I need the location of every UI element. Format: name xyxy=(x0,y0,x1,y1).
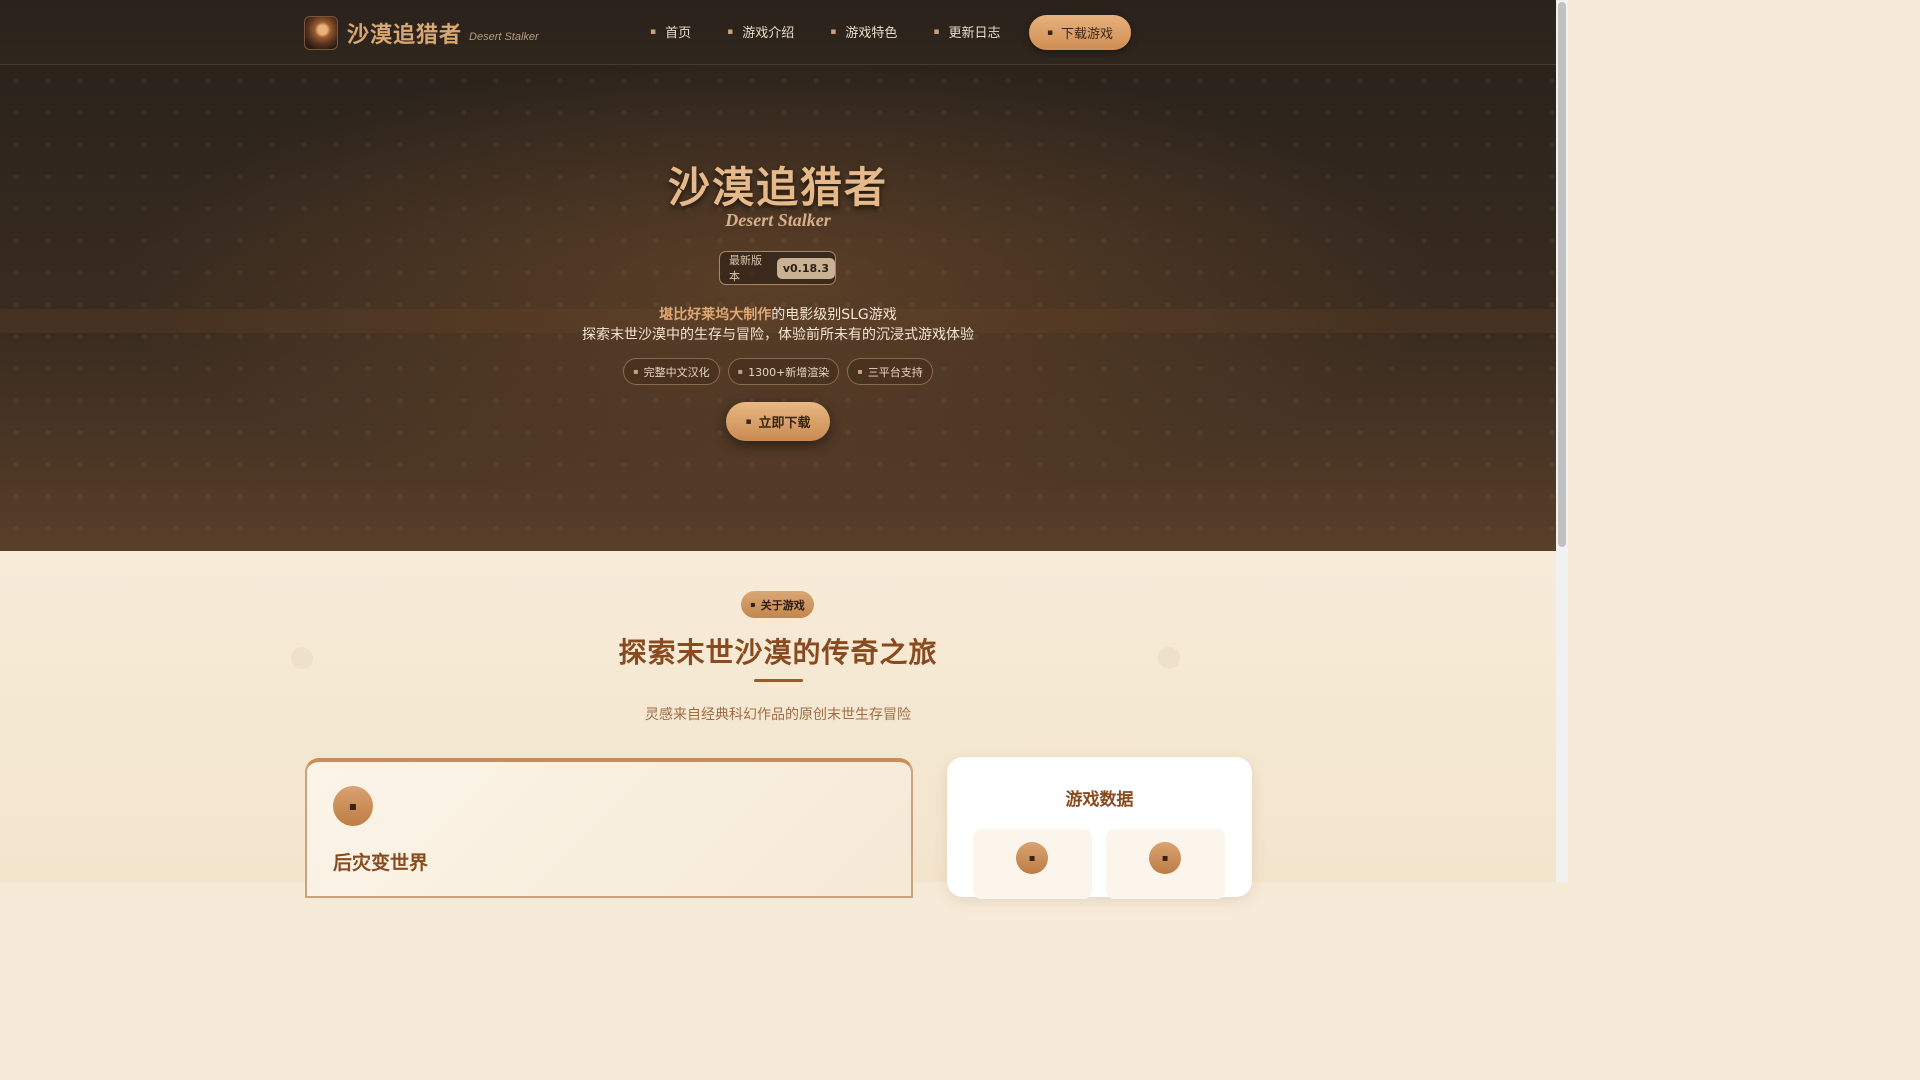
tag-new-renders: ▪ 1300+新增渲染 xyxy=(727,358,840,385)
brand[interactable]: 沙漠追猎者 Desert Stalker xyxy=(304,16,539,50)
about-section: ▪ 关于游戏 探索末世沙漠的传奇之旅 灵感来自经典科幻作品的原创末世生存冒险 ▪… xyxy=(0,551,1556,899)
about-title: 探索末世沙漠的传奇之旅 xyxy=(618,636,938,669)
world-card: ▪ 后灾变世界 xyxy=(305,758,913,898)
feature-tags: ▪ 完整中文汉化 ▪ 1300+新增渲染 ▪ 三平台支持 xyxy=(0,358,1556,385)
version-value: v0.18.3 xyxy=(776,257,835,279)
nav-item-label: 游戏特色 xyxy=(845,26,898,41)
download-icon: ▪ xyxy=(745,416,752,427)
nav-item-label: 更新日志 xyxy=(948,26,1001,41)
hero-section: 沙漠追猎者 Desert Stalker 最新版本 v0.18.3 堪比好莱坞大… xyxy=(0,65,1556,551)
image-icon: ▪ xyxy=(737,367,744,376)
version-label: 最新版本 xyxy=(729,254,762,283)
game-stats-title: 游戏数据 xyxy=(1065,790,1134,810)
stat-item: ▪ xyxy=(973,829,1092,899)
top-navbar: 沙漠追猎者 Desert Stalker ▪ 首页 ▪ 游戏介绍 ▪ 游戏特色 … xyxy=(0,0,1556,65)
log-icon: ▪ xyxy=(933,26,940,37)
hero-tagline: 堪比好莱坞大制作的电影级别SLG游戏 xyxy=(0,304,1556,324)
nav-item-label: 首页 xyxy=(665,26,692,41)
tag-chinese-localization: ▪ 完整中文汉化 xyxy=(623,358,720,385)
hero-title: 沙漠追猎者 xyxy=(667,163,888,212)
stat-icon: ▪ xyxy=(1149,842,1181,874)
nav-item-features[interactable]: ▪ 游戏特色 xyxy=(830,22,897,41)
hero-tagline-rest: 的电影级别SLG游戏 xyxy=(771,307,897,323)
download-now-label: 立即下载 xyxy=(758,416,811,431)
tag-label: 1300+新增渲染 xyxy=(748,365,830,379)
about-badge-label: 关于游戏 xyxy=(760,598,805,612)
nav-item-intro[interactable]: ▪ 游戏介绍 xyxy=(727,22,794,41)
nav-item-changelog[interactable]: ▪ 更新日志 xyxy=(933,22,1000,41)
language-icon: ▪ xyxy=(633,367,639,376)
hero-subtitle: Desert Stalker xyxy=(725,210,831,230)
devices-icon: ▪ xyxy=(857,367,863,376)
star-icon: ▪ xyxy=(830,26,837,37)
title-divider xyxy=(754,679,803,682)
download-game-button[interactable]: ▪ 下载游戏 xyxy=(1029,15,1131,50)
tag-platforms: ▪ 三平台支持 xyxy=(847,358,933,385)
scrollbar-thumb[interactable] xyxy=(1558,2,1566,547)
stat-item: ▪ xyxy=(1106,829,1225,899)
stat-icon: ▪ xyxy=(1016,842,1048,874)
nav-item-label: 游戏介绍 xyxy=(742,26,795,41)
nav-links: ▪ 首页 ▪ 游戏介绍 ▪ 游戏特色 ▪ 更新日志 xyxy=(650,22,1037,41)
nav-item-home[interactable]: ▪ 首页 xyxy=(650,22,691,41)
download-game-label: 下载游戏 xyxy=(1061,27,1114,42)
page-scrollbar[interactable] xyxy=(1556,0,1568,882)
game-logo xyxy=(304,16,338,50)
game-stats-card: 游戏数据 ▪ ▪ xyxy=(947,757,1252,899)
brand-subtitle: Desert Stalker xyxy=(469,31,539,43)
hero-description: 探索末世沙漠中的生存与冒险，体验前所未有的沉浸式游戏体验 xyxy=(582,327,974,343)
globe-icon: ▪ xyxy=(333,786,373,826)
version-badge: 最新版本 v0.18.3 xyxy=(719,251,836,285)
download-now-button[interactable]: ▪ 立即下载 xyxy=(726,402,830,441)
about-description: 灵感来自经典科幻作品的原创末世生存冒险 xyxy=(645,707,911,723)
brand-title: 沙漠追猎者 xyxy=(347,23,463,48)
info-icon: ▪ xyxy=(750,600,756,609)
download-icon: ▪ xyxy=(1046,27,1054,38)
home-icon: ▪ xyxy=(650,26,657,37)
about-badge: ▪ 关于游戏 xyxy=(741,591,814,618)
world-card-title: 后灾变世界 xyxy=(333,852,429,874)
hero-tagline-highlight: 堪比好莱坞大制作 xyxy=(659,307,772,323)
info-icon: ▪ xyxy=(727,26,734,37)
tag-label: 完整中文汉化 xyxy=(643,365,710,379)
tag-label: 三平台支持 xyxy=(867,365,923,379)
